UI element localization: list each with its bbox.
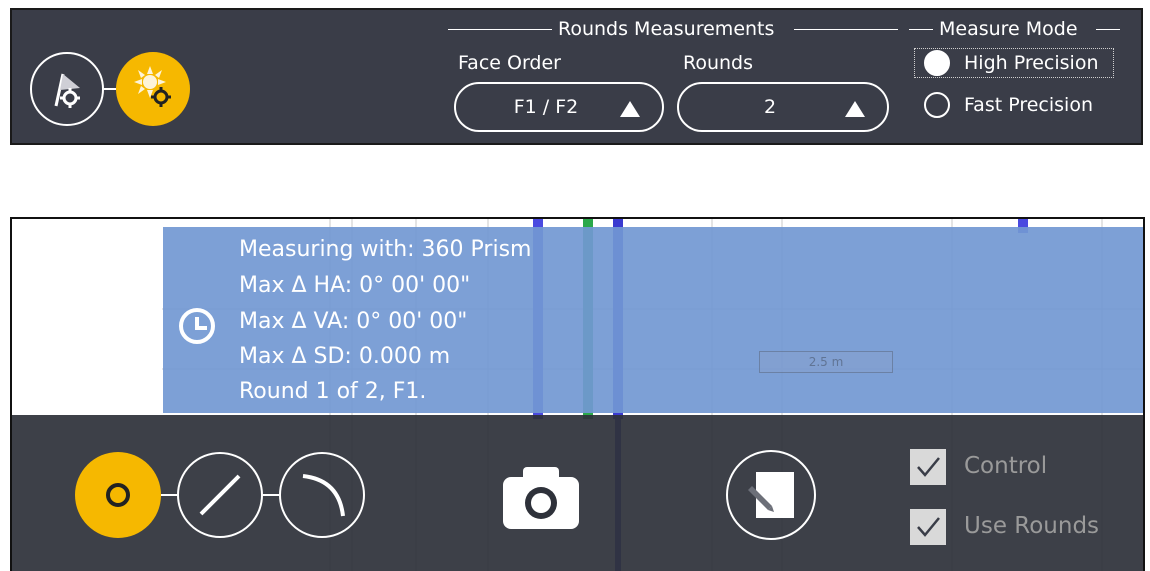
section-divider: [448, 29, 552, 30]
info-max-delta-sd: Max Δ SD: 0.000 m: [239, 344, 451, 369]
line-icon: [199, 474, 241, 516]
rounds-measurements-title: Rounds Measurements: [558, 18, 775, 40]
face-order-label: Face Order: [458, 52, 561, 74]
fast-precision-label[interactable]: Fast Precision: [964, 94, 1093, 116]
rounds-label: Rounds: [683, 52, 754, 74]
face-order-value: F1 / F2: [513, 96, 579, 118]
add-note-button[interactable]: [726, 450, 816, 540]
use-rounds-label[interactable]: Use Rounds: [964, 513, 1099, 539]
section-divider: [909, 29, 933, 30]
arc-mode-button[interactable]: [279, 452, 365, 538]
point-icon: [106, 483, 130, 507]
station-flag-settings-icon: [54, 73, 80, 108]
checkmark-icon: [917, 457, 940, 477]
section-divider: [794, 29, 898, 30]
rounds-dropdown[interactable]: 2: [677, 82, 889, 132]
dimension-label: 2.5 m: [759, 351, 893, 373]
station-settings-button[interactable]: [30, 52, 104, 126]
sun-settings-icon: [134, 66, 171, 107]
point-mode-button[interactable]: [75, 452, 161, 538]
camera-icon[interactable]: [501, 463, 581, 531]
info-measuring-with: Measuring with: 360 Prism: [239, 237, 532, 262]
triangle-up-icon: [845, 101, 865, 117]
high-precision-radio[interactable]: [924, 50, 950, 76]
triangle-up-icon: [620, 101, 640, 117]
control-label[interactable]: Control: [964, 453, 1047, 479]
button-connector: [263, 494, 279, 496]
measure-toolbar: Control Use Rounds: [12, 415, 1143, 571]
fast-precision-radio[interactable]: [924, 92, 950, 118]
rounds-settings-panel: Rounds Measurements Face Order Rounds F1…: [10, 8, 1143, 145]
section-divider: [1096, 29, 1120, 30]
info-round-status: Round 1 of 2, F1.: [239, 379, 427, 404]
high-precision-label[interactable]: High Precision: [964, 52, 1098, 74]
info-max-delta-va: Max Δ VA: 0° 00' 00": [239, 309, 468, 334]
info-max-delta-ha: Max Δ HA: 0° 00' 00": [239, 273, 471, 298]
checkmark-icon: [917, 517, 940, 537]
arc-icon: [302, 474, 345, 517]
note-pencil-icon: [748, 472, 794, 518]
rounds-value: 2: [763, 96, 777, 118]
clock-icon: [179, 308, 215, 344]
environment-settings-button[interactable]: [116, 52, 190, 126]
measure-mode-title: Measure Mode: [939, 18, 1078, 40]
measurement-info-panel: Measuring with: 360 Prism Max Δ HA: 0° 0…: [163, 227, 1143, 413]
line-mode-button[interactable]: [177, 452, 263, 538]
button-connector: [104, 88, 116, 90]
measure-view: Measuring with: 360 Prism Max Δ HA: 0° 0…: [10, 217, 1145, 571]
face-order-dropdown[interactable]: F1 / F2: [454, 82, 664, 132]
control-checkbox[interactable]: [910, 449, 946, 485]
button-connector: [161, 494, 177, 496]
use-rounds-checkbox[interactable]: [910, 509, 946, 545]
